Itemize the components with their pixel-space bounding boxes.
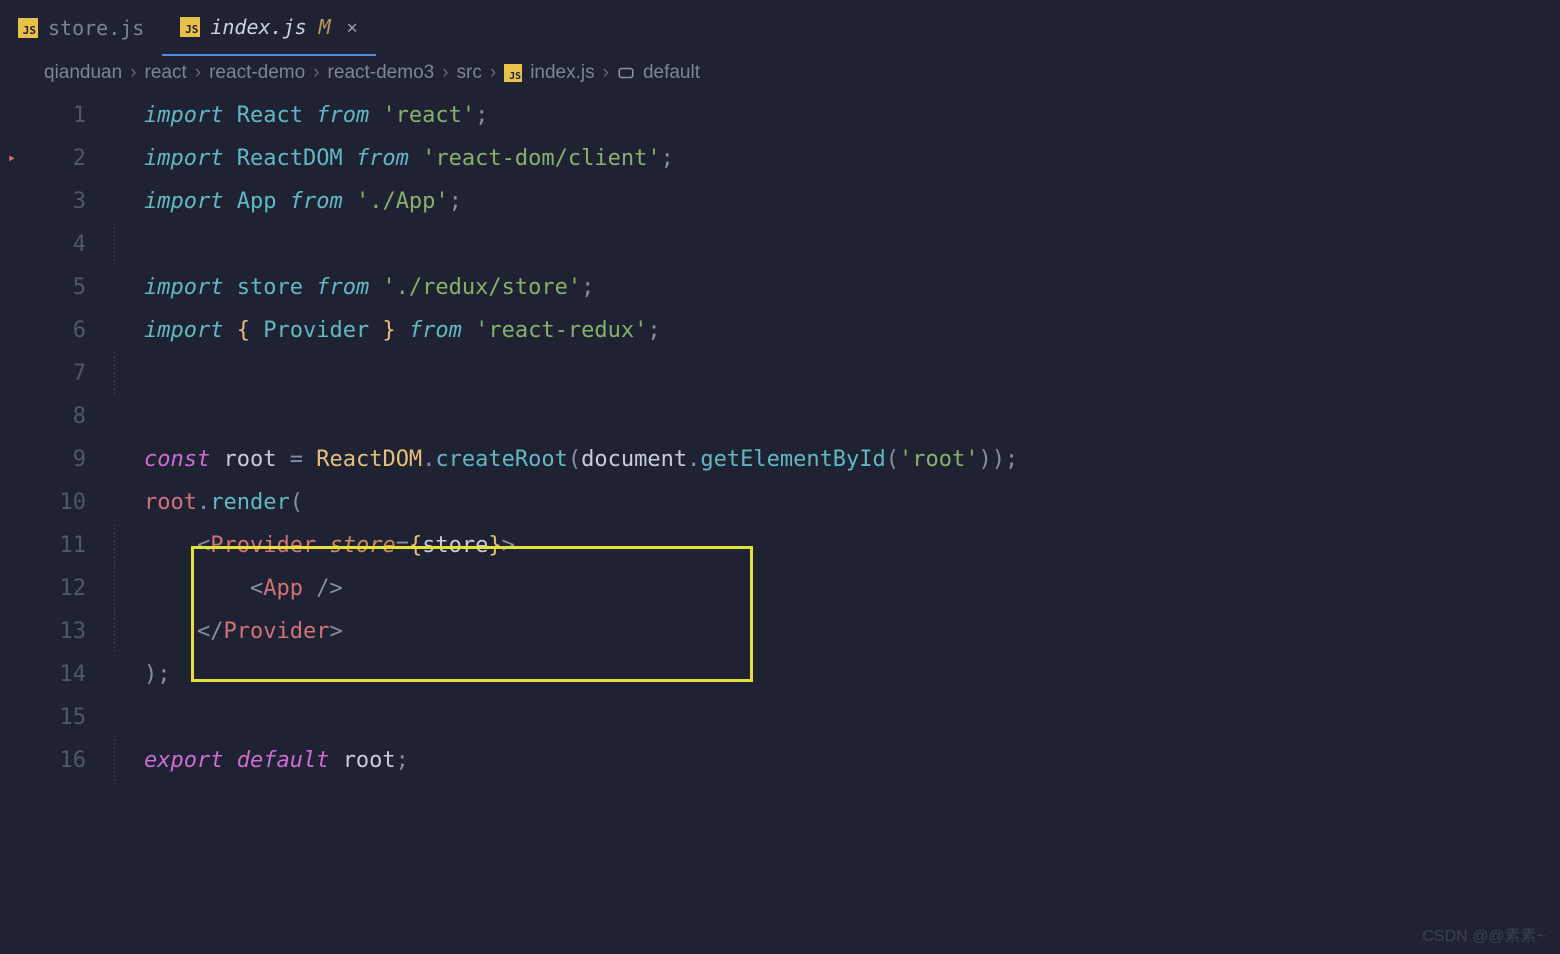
tab-label: store.js [48, 16, 144, 40]
line-number: 5 [24, 266, 114, 309]
highlight-box [191, 546, 753, 682]
indent-guide [114, 567, 120, 610]
code-line[interactable]: 1 import React from 'react'; [0, 94, 1560, 137]
tab-label: index.js [210, 15, 306, 39]
watermark: CSDN @@素素~ [1422, 922, 1546, 946]
line-number: 13 [24, 610, 114, 653]
code-line[interactable]: 3 import App from './App'; [0, 180, 1560, 223]
indent-guide [114, 352, 120, 395]
symbol-icon [617, 64, 635, 82]
line-number: 3 [24, 180, 114, 223]
gutter-indicator: ▸ [0, 137, 24, 180]
line-number: 10 [24, 481, 114, 524]
js-file-icon: JS [18, 18, 38, 38]
code-line[interactable]: 10 root.render( [0, 481, 1560, 524]
line-number: 11 [24, 524, 114, 567]
code-line[interactable]: 6 import { Provider } from 'react-redux'; [0, 309, 1560, 352]
indent-guide [114, 223, 120, 266]
line-number: 4 [24, 223, 114, 266]
tab-index-js[interactable]: JS index.js M ✕ [162, 0, 375, 56]
crumb[interactable]: src [457, 62, 482, 84]
indent-guide [114, 524, 120, 567]
chevron-right-icon: › [130, 62, 136, 84]
js-file-icon: JS [504, 64, 522, 82]
code-line[interactable]: ▸2 import ReactDOM from 'react-dom/client… [0, 137, 1560, 180]
line-number: 16 [24, 739, 114, 782]
code-content[interactable]: import React from 'react'; [144, 94, 488, 137]
line-number: 9 [24, 438, 114, 481]
modified-flag: M [319, 15, 331, 39]
code-content[interactable]: const root = ReactDOM.createRoot(documen… [144, 438, 1018, 481]
code-line[interactable]: 8 [0, 395, 1560, 438]
code-content[interactable]: ); [144, 653, 171, 696]
code-line[interactable]: 16 export default root; [0, 739, 1560, 782]
tab-bar: JS store.js JS index.js M ✕ [0, 0, 1560, 56]
code-content[interactable]: export default root; [144, 739, 409, 782]
tab-store-js[interactable]: JS store.js [0, 0, 162, 56]
code-content[interactable]: import { Provider } from 'react-redux'; [144, 309, 661, 352]
line-number: 2 [24, 137, 114, 180]
crumb-symbol[interactable]: default [643, 62, 700, 84]
chevron-right-icon: › [603, 62, 609, 84]
crumb[interactable]: react [145, 62, 187, 84]
chevron-right-icon: › [313, 62, 319, 84]
indent-guide [114, 610, 120, 653]
indent-guide [114, 739, 120, 782]
line-number: 14 [24, 653, 114, 696]
code-content[interactable]: import store from './redux/store'; [144, 266, 594, 309]
chevron-right-icon: › [195, 62, 201, 84]
line-number: 12 [24, 567, 114, 610]
code-line[interactable]: 9 const root = ReactDOM.createRoot(docume… [0, 438, 1560, 481]
breadcrumb[interactable]: qianduan › react › react-demo › react-de… [0, 56, 1560, 90]
code-line[interactable]: 7 [0, 352, 1560, 395]
line-number: 15 [24, 696, 114, 739]
code-line[interactable]: 4 [0, 223, 1560, 266]
line-number: 1 [24, 94, 114, 137]
line-number: 8 [24, 395, 114, 438]
close-icon[interactable]: ✕ [347, 17, 358, 38]
tab-bar-spacer [376, 0, 1560, 56]
crumb[interactable]: react-demo [209, 62, 305, 84]
chevron-right-icon: › [490, 62, 496, 84]
crumb[interactable]: qianduan [44, 62, 122, 84]
code-content[interactable]: import App from './App'; [144, 180, 462, 223]
chevron-right-icon: › [442, 62, 448, 84]
line-number: 6 [24, 309, 114, 352]
code-content[interactable]: root.render( [144, 481, 303, 524]
code-content[interactable]: import ReactDOM from 'react-dom/client'; [144, 137, 674, 180]
code-line[interactable]: 15 [0, 696, 1560, 739]
js-file-icon: JS [180, 17, 200, 37]
line-number: 7 [24, 352, 114, 395]
code-line[interactable]: 5 import store from './redux/store'; [0, 266, 1560, 309]
crumb-file[interactable]: index.js [530, 62, 594, 84]
crumb[interactable]: react-demo3 [328, 62, 435, 84]
